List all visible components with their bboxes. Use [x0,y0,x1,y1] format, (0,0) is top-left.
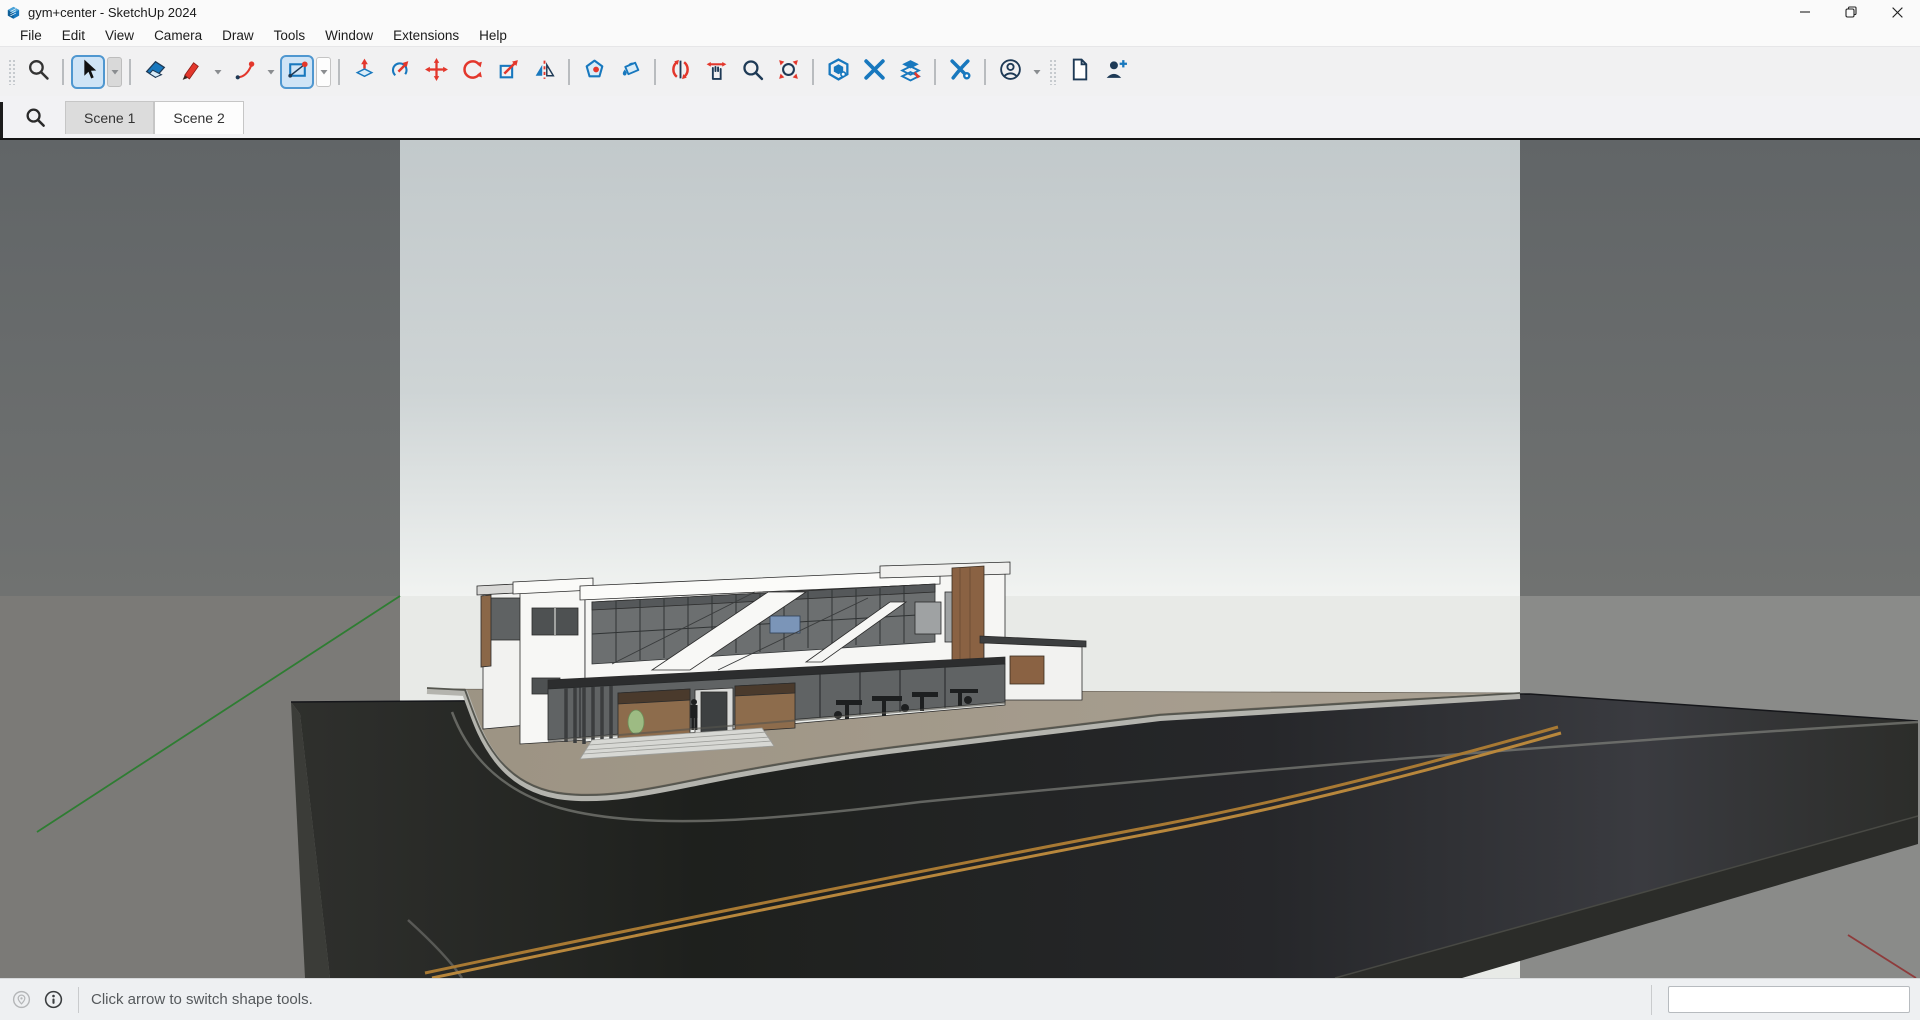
select-icon [76,57,101,87]
select-tool-button[interactable] [71,55,105,89]
add-collaborator-button-button[interactable] [1098,55,1132,89]
sky [0,140,1920,596]
sketchup-window: gym+center - SketchUp 2024 FileEditViewC… [0,0,1920,1020]
account-dropdown[interactable] [1029,57,1044,87]
follow-me-icon [388,57,413,87]
menu-item-draw[interactable]: Draw [212,26,264,45]
search-tool-button[interactable] [21,55,55,89]
toolbar-drag-handle[interactable] [8,59,16,85]
close-button[interactable] [1874,0,1920,24]
scene-tab-1[interactable]: Scene 1 [65,101,154,134]
restore-button[interactable] [1828,0,1874,24]
new-file-icon [1067,57,1092,87]
toolbar-separator [568,59,570,85]
viewport[interactable] [0,140,1920,978]
rectangle-icon [285,57,310,87]
arc-tool-dropdown[interactable] [263,57,278,87]
scale-tool-button[interactable] [491,55,525,89]
toolbar-separator [812,59,814,85]
account-button-button[interactable] [993,55,1027,89]
scene-tab-2[interactable]: Scene 2 [154,101,243,134]
3d-warehouse-icon [826,57,851,87]
toolbar-separator [338,59,340,85]
menu-item-camera[interactable]: Camera [144,26,212,45]
arc-tool-button[interactable] [227,55,261,89]
status-message: Click arrow to switch shape tools. [91,991,313,1008]
measurements-input[interactable] [1668,986,1910,1013]
move-icon [424,57,449,87]
offset-icon [582,57,607,87]
viewport-canvas[interactable] [0,140,1920,978]
follow-me-tool-button[interactable] [383,55,417,89]
rectangle-tool-button[interactable] [280,55,314,89]
extension-warehouse-button-button[interactable] [857,55,891,89]
menu-item-view[interactable]: View [95,26,144,45]
title-bar: gym+center - SketchUp 2024 [0,0,1920,24]
toolbar-separator [934,59,936,85]
menu-bar: FileEditViewCameraDrawToolsWindowExtensi… [0,24,1920,46]
new-file-button-button[interactable] [1062,55,1096,89]
status-separator [78,987,79,1013]
info-icon[interactable] [42,989,64,1011]
line-tool-dropdown[interactable] [210,57,225,87]
extension-manager-icon [948,57,973,87]
search-icon [26,57,51,87]
pan-tool-button[interactable] [699,55,733,89]
rectangle-tool-dropdown[interactable] [316,57,331,87]
measurements-separator [1651,985,1652,1015]
eraser-tool-button[interactable] [138,55,172,89]
menu-item-tools[interactable]: Tools [264,26,316,45]
arc-icon [232,57,257,87]
move-tool-button[interactable] [419,55,453,89]
push-pull-tool-button[interactable] [347,55,381,89]
flip-tool-button[interactable] [527,55,561,89]
tab-bar-edge [0,102,3,138]
flip-icon [532,57,557,87]
pan-icon [704,57,729,87]
eraser-icon [143,57,168,87]
zoom-extents-tool-button[interactable] [771,55,805,89]
select-tool-dropdown[interactable] [107,57,122,87]
offset-tool-button[interactable] [577,55,611,89]
window-title: gym+center - SketchUp 2024 [28,5,197,20]
scene-search-icon[interactable] [24,106,47,129]
toolbar-separator [62,59,64,85]
scale-icon [496,57,521,87]
scene-tab-bar: Scene 1Scene 2 [0,96,1920,140]
menu-item-help[interactable]: Help [469,26,517,45]
toolbar-separator [984,59,986,85]
zoom-tool-button[interactable] [735,55,769,89]
paint-bucket-icon [618,57,643,87]
menu-item-edit[interactable]: Edit [52,26,95,45]
toolbar-separator [129,59,131,85]
add-collaborator-icon [1103,57,1128,87]
rotate-icon [460,57,485,87]
zoom-extents-icon [776,57,801,87]
line-tool-button[interactable] [174,55,208,89]
line-icon [179,57,204,87]
status-bar: Click arrow to switch shape tools. [0,978,1920,1020]
window-controls [1782,0,1920,24]
main-toolbar [0,46,1920,96]
minimize-button[interactable] [1782,0,1828,24]
geolocation-icon[interactable] [10,989,32,1011]
menu-item-file[interactable]: File [10,26,52,45]
orbit-icon [668,57,693,87]
rotate-tool-button[interactable] [455,55,489,89]
extension-manager-button-button[interactable] [943,55,977,89]
toolbar-drag-handle[interactable] [1049,59,1057,85]
menu-item-extensions[interactable]: Extensions [383,26,469,45]
layout-button-button[interactable] [893,55,927,89]
toolbar-separator [654,59,656,85]
zoom-icon [740,57,765,87]
3d-warehouse-button-button[interactable] [821,55,855,89]
push-pull-icon [352,57,377,87]
extension-warehouse-icon [862,57,887,87]
account-icon [998,57,1023,87]
sketchup-logo-icon [6,5,21,20]
menu-item-window[interactable]: Window [315,26,383,45]
orbit-tool-button[interactable] [663,55,697,89]
layout-icon [898,57,923,87]
paint-bucket-tool-button[interactable] [613,55,647,89]
